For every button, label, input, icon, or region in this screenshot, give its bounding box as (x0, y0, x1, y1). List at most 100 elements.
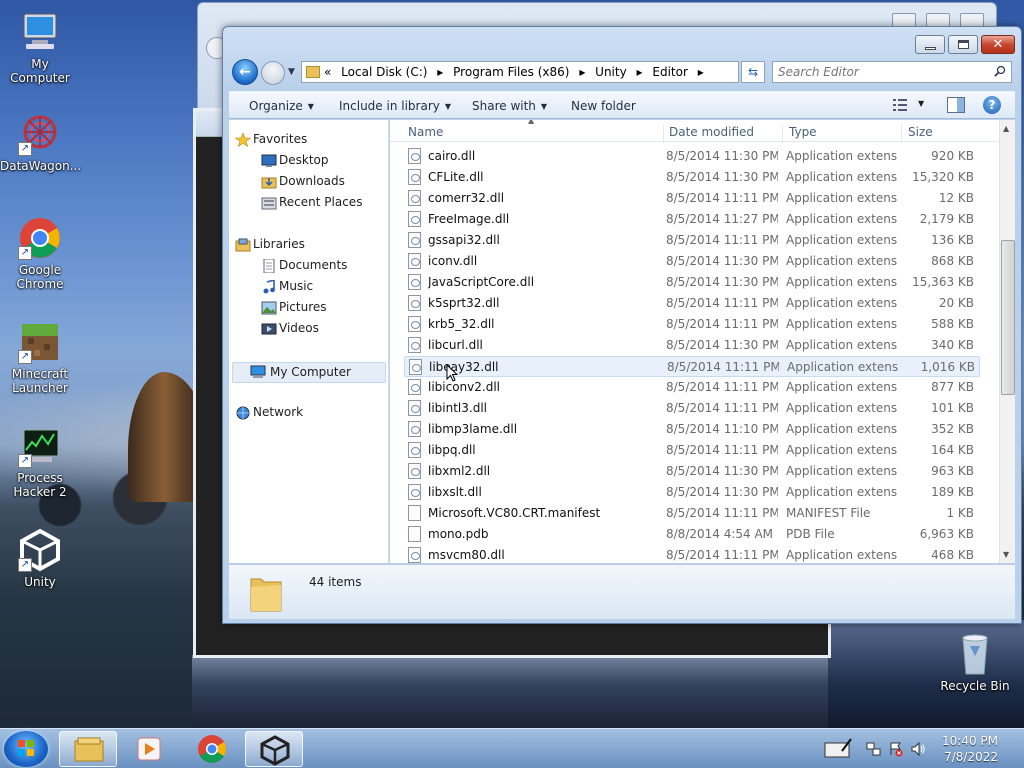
nav-pictures[interactable]: Pictures (261, 300, 327, 320)
start-button[interactable] (4, 731, 48, 767)
address-bar[interactable]: « Local Disk (C:) ▸ Program Files (x86) … (301, 61, 804, 83)
file-type: Application extens... (786, 464, 898, 478)
column-header-type[interactable]: Type (789, 125, 902, 143)
background-maximize-button[interactable] (926, 13, 950, 27)
file-row[interactable]: FreeImage.dll 8/5/2014 11:27 PM Applicatio… (404, 209, 980, 230)
breadcrumb-editor[interactable]: Editor (652, 65, 688, 79)
file-type: Application extens... (787, 360, 899, 374)
minimize-button[interactable] (915, 35, 945, 54)
scroll-up-icon[interactable]: ▲ (1003, 124, 1009, 133)
desktop-icon-google-chrome[interactable]: ↗ Google Chrome (0, 216, 80, 291)
tray-tablet-input-icon[interactable] (824, 737, 852, 759)
include-in-library-button[interactable]: Include in library ▼ (339, 99, 451, 113)
nav-my-computer[interactable]: My Computer (232, 362, 386, 383)
refresh-button[interactable]: ⇆ (741, 61, 765, 83)
nav-libraries[interactable]: Libraries (235, 237, 305, 257)
desktop-icon-minecraft-launcher[interactable]: ↗ Minecraft Launcher (0, 320, 80, 395)
tray-network-icon[interactable] (866, 741, 882, 757)
file-row[interactable]: comerr32.dll 8/5/2014 11:11 PM Application… (404, 188, 980, 209)
file-row[interactable]: k5sprt32.dll 8/5/2014 11:11 PM Application… (404, 293, 980, 314)
breadcrumb-unity[interactable]: Unity (595, 65, 627, 79)
file-row[interactable]: cairo.dll 8/5/2014 11:30 PM Application ex… (404, 146, 980, 167)
clock-date[interactable]: 7/8/2022 (944, 750, 998, 764)
help-button[interactable]: ? (983, 96, 1001, 114)
file-row[interactable]: msvcm80.dll 8/5/2014 11:11 PM Application … (404, 545, 980, 563)
taskbar-media-player-button[interactable] (121, 731, 179, 767)
nav-downloads[interactable]: Downloads (261, 174, 345, 194)
taskbar-explorer-button[interactable] (59, 731, 117, 767)
file-row[interactable]: gssapi32.dll 8/5/2014 11:11 PM Application… (404, 230, 980, 251)
file-row[interactable]: iconv.dll 8/5/2014 11:30 PM Application ex… (404, 251, 980, 272)
file-name: libcurl.dll (428, 338, 483, 352)
recent-pages-dropdown[interactable]: ▼ (288, 67, 295, 77)
vertical-scrollbar[interactable]: ▲ ▼ (999, 120, 1015, 563)
file-row[interactable]: mono.pdb 8/8/2014 4:54 AM PDB File 6,963 KB (404, 524, 980, 545)
breadcrumb-separator[interactable]: ▸ (698, 65, 704, 79)
nav-documents[interactable]: Documents (263, 258, 347, 278)
share-with-button[interactable]: Share with ▼ (472, 99, 547, 113)
breadcrumb-local-disk[interactable]: Local Disk (C:) (341, 65, 427, 79)
forward-button[interactable] (261, 61, 285, 85)
file-row[interactable]: libpq.dll 8/5/2014 11:11 PM Application ex… (404, 440, 980, 461)
tray-action-center-icon[interactable] (888, 741, 904, 757)
nav-network[interactable]: Network (236, 405, 303, 425)
breadcrumb-separator[interactable]: ▸ (437, 65, 443, 79)
breadcrumb-separator[interactable]: ▸ (579, 65, 585, 79)
back-button[interactable]: ← (232, 59, 258, 85)
maximize-button[interactable] (948, 35, 978, 54)
new-folder-button[interactable]: New folder (571, 99, 636, 113)
file-row[interactable]: libmp3lame.dll 8/5/2014 11:10 PM Applicati… (404, 419, 980, 440)
search-input[interactable] (773, 62, 983, 82)
breadcrumb-separator[interactable]: ▸ (637, 65, 643, 79)
scroll-thumb[interactable] (1001, 240, 1015, 395)
organize-button[interactable]: Organize ▼ (249, 99, 314, 113)
nav-videos[interactable]: Videos (261, 321, 319, 341)
search-box[interactable] (772, 61, 1012, 83)
desktop-icon-recycle-bin[interactable]: Recycle Bin (935, 632, 1015, 693)
desktop-icon-datawagon[interactable]: ↗ DataWagon... (0, 112, 81, 173)
tray-volume-icon[interactable] (910, 741, 926, 757)
minimize-icon (925, 47, 936, 50)
nav-music[interactable]: Music (263, 279, 313, 299)
file-row[interactable]: krb5_32.dll 8/5/2014 11:11 PM Application … (404, 314, 980, 335)
desktop-icon-process-hacker[interactable]: ↗ Process Hacker 2 (0, 424, 80, 499)
nav-favorites[interactable]: Favorites (235, 132, 307, 152)
file-row[interactable]: libcurl.dll 8/5/2014 11:30 PM Application … (404, 335, 980, 356)
close-button[interactable]: ✕ (981, 35, 1015, 54)
document-file-icon (408, 526, 421, 542)
background-close-button[interactable] (960, 13, 984, 27)
file-row[interactable]: Microsoft.VC80.CRT.manifest 8/5/2014 11:1… (404, 503, 980, 524)
file-row[interactable]: libeay32.dll 8/5/2014 11:11 PM Application… (404, 356, 980, 377)
taskbar-chrome-button[interactable] (183, 731, 241, 767)
preview-pane-button[interactable] (947, 97, 965, 113)
column-headers: ▲ Name Date modified Type Size (390, 120, 998, 143)
file-row[interactable]: CFLite.dll 8/5/2014 11:30 PM Application e… (404, 167, 980, 188)
breadcrumb-program-files[interactable]: Program Files (x86) (453, 65, 569, 79)
column-header-size[interactable]: Size (908, 125, 978, 143)
nav-recent-places[interactable]: Recent Places (261, 195, 362, 215)
desktop-icon-unity[interactable]: ↗ Unity (0, 528, 80, 589)
column-header-name[interactable]: Name (408, 125, 664, 143)
file-row[interactable]: JavaScriptCore.dll 8/5/2014 11:30 PM Appli… (404, 272, 980, 293)
dll-file-icon (409, 359, 422, 375)
nav-desktop[interactable]: Desktop (261, 153, 329, 173)
file-row[interactable]: libiconv2.dll 8/5/2014 11:11 PM Applicatio… (404, 377, 980, 398)
search-icon[interactable] (994, 65, 1006, 77)
background-minimize-button[interactable] (892, 13, 916, 27)
desktop-icon-my-computer[interactable]: My Computer (0, 10, 80, 85)
scroll-down-icon[interactable]: ▼ (1003, 550, 1009, 559)
taskbar-unity-button[interactable] (245, 731, 303, 767)
column-header-date-modified[interactable]: Date modified (669, 125, 783, 143)
file-row[interactable]: libxslt.dll 8/5/2014 11:30 PM Application … (404, 482, 980, 503)
file-row[interactable]: libxml2.dll 8/5/2014 11:30 PM Application … (404, 461, 980, 482)
file-row[interactable]: libintl3.dll 8/5/2014 11:11 PM Application… (404, 398, 980, 419)
file-size: 588 KB (931, 317, 974, 331)
explorer-window[interactable]: ✕ ← ▼ « Local Disk (C:) ▸ Program Files … (222, 26, 1022, 624)
breadcrumb-overflow[interactable]: « (324, 65, 331, 79)
file-type: Application extens... (786, 191, 898, 205)
clock-time[interactable]: 10:40 PM (942, 734, 998, 748)
chevron-down-icon: ▼ (540, 102, 548, 111)
change-view-button[interactable] (893, 98, 909, 112)
view-options-dropdown[interactable]: ▼ (918, 99, 924, 108)
folder-icon (250, 578, 282, 612)
